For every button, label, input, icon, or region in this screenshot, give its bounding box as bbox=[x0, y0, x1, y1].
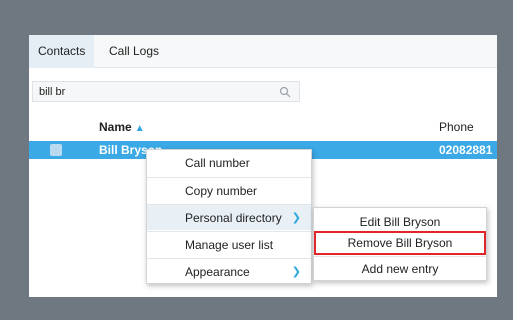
menu-item-label: Remove Bill Bryson bbox=[347, 236, 453, 250]
menu-item-label: Add new entry bbox=[361, 262, 439, 276]
menu-item-label: Copy number bbox=[185, 184, 258, 198]
chevron-right-icon: ❯ bbox=[291, 266, 301, 278]
menu-item-label: Personal directory bbox=[185, 211, 282, 225]
personal-directory-submenu: Edit Bill Bryson Remove Bill Bryson Add … bbox=[313, 207, 487, 281]
chevron-right-icon: ❯ bbox=[291, 212, 301, 224]
menu-item-copy-number[interactable]: Copy number bbox=[147, 177, 311, 203]
caret-up-icon: ▲ bbox=[134, 123, 145, 134]
menu-item-label: Call number bbox=[185, 156, 250, 170]
context-menu: Call number Copy number Personal directo… bbox=[146, 149, 312, 284]
menu-item-call-number[interactable]: Call number bbox=[147, 150, 311, 176]
column-header-phone[interactable]: Phone bbox=[439, 120, 474, 134]
menu-item-manage-user-list[interactable]: Manage user list bbox=[147, 231, 311, 257]
contact-avatar-icon bbox=[50, 144, 62, 156]
menu-item-edit-contact[interactable]: Edit Bill Bryson bbox=[314, 208, 486, 230]
menu-item-add-new-entry[interactable]: Add new entry bbox=[314, 256, 486, 281]
menu-item-appearance[interactable]: Appearance ❯ bbox=[147, 258, 311, 284]
column-header-name-label: Name bbox=[99, 120, 132, 134]
tab-call-logs[interactable]: Call Logs bbox=[100, 35, 168, 68]
tab-bar: Contacts Call Logs bbox=[29, 35, 497, 68]
column-header-name[interactable]: Name ▲ bbox=[99, 120, 145, 134]
menu-item-label: Edit Bill Bryson bbox=[359, 215, 441, 229]
search-icon[interactable] bbox=[279, 86, 291, 98]
menu-item-personal-directory[interactable]: Personal directory ❯ bbox=[147, 204, 311, 230]
search-box bbox=[32, 81, 300, 102]
tab-contacts[interactable]: Contacts bbox=[29, 35, 95, 68]
contact-phone: 02082881 bbox=[439, 143, 493, 157]
search-input[interactable] bbox=[33, 82, 273, 101]
menu-item-label: Manage user list bbox=[185, 238, 274, 252]
menu-item-remove-contact[interactable]: Remove Bill Bryson bbox=[314, 231, 486, 255]
menu-item-label: Appearance bbox=[185, 265, 250, 279]
